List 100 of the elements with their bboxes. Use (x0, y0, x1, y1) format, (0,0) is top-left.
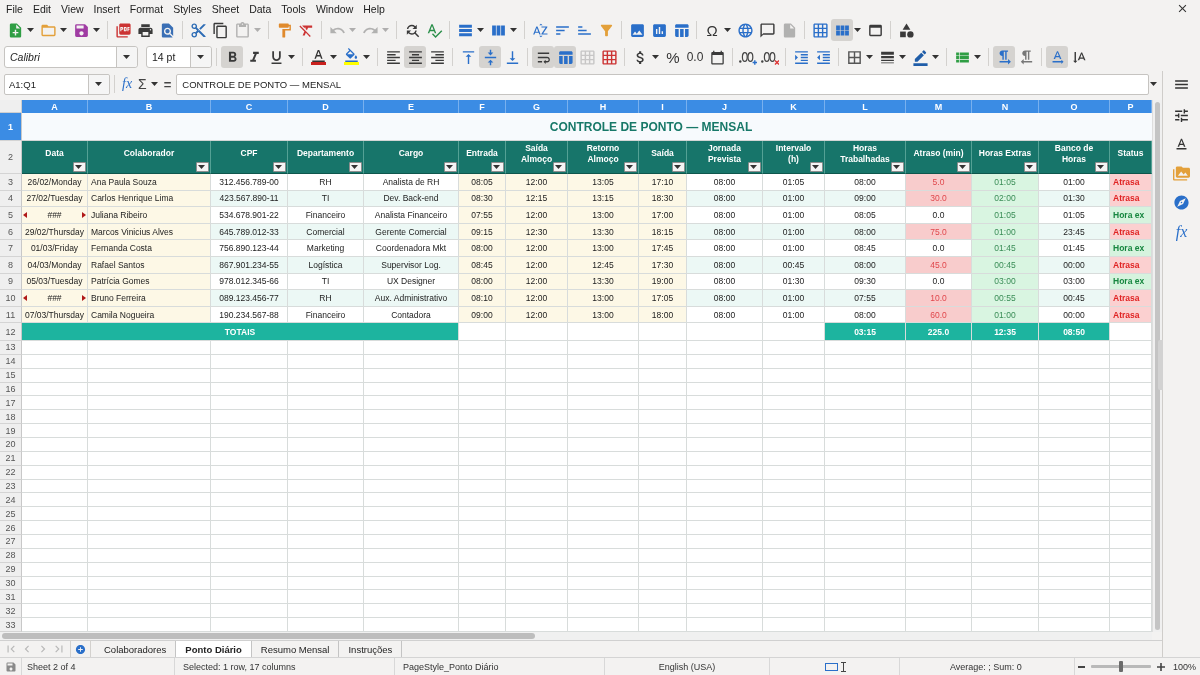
row-number[interactable]: 32 (0, 604, 22, 619)
filter-button[interactable] (273, 162, 286, 172)
function-wizard-button[interactable]: fx (119, 74, 136, 94)
minus-icon[interactable] (1078, 665, 1085, 668)
font-name-value: Calibri (9, 50, 41, 65)
formula-input[interactable]: CONTROLE DE PONTO — MENSAL (176, 73, 1149, 95)
menu-item[interactable]: Tools (276, 0, 311, 17)
caret-icon[interactable] (150, 82, 158, 86)
filter-button[interactable] (748, 162, 761, 172)
table-cell: 08:00 (687, 290, 763, 307)
caret-icon (893, 165, 900, 169)
filter-button[interactable] (810, 162, 823, 172)
filter-button[interactable] (196, 162, 209, 172)
dropdown-button[interactable] (88, 74, 109, 94)
caret-icon[interactable] (1150, 82, 1157, 86)
menu-item[interactable]: Window (310, 0, 359, 17)
row-number[interactable]: 24 (0, 493, 22, 508)
row-number[interactable]: 12 (0, 323, 22, 341)
font-name-field[interactable]: Calibri (4, 46, 138, 68)
percent-button[interactable]: % (662, 46, 684, 68)
font-size-field[interactable]: 14 pt (146, 46, 212, 68)
caret-icon[interactable] (899, 55, 906, 59)
sum-button[interactable]: Σ (135, 74, 150, 94)
filter-button[interactable] (957, 162, 970, 172)
scroll-thumb[interactable] (2, 633, 535, 639)
menu-item[interactable]: Data (244, 0, 277, 17)
sheet-tab[interactable]: Ponto Diário (175, 641, 252, 657)
menu-item[interactable]: Edit (27, 0, 56, 17)
row-number[interactable]: 17 (0, 396, 22, 411)
caret-icon[interactable] (288, 55, 295, 59)
caret-icon[interactable] (854, 28, 861, 32)
number-format-button[interactable]: 0.0 (684, 46, 706, 68)
caret-icon[interactable] (60, 28, 67, 32)
menu-item[interactable]: Styles (168, 0, 207, 17)
filter-button[interactable] (491, 162, 504, 172)
row-number[interactable]: 7 (0, 240, 22, 257)
menu-item[interactable]: Help (358, 0, 390, 17)
filter-button[interactable] (73, 162, 86, 172)
filter-button[interactable] (553, 162, 566, 172)
row-number[interactable]: 25 (0, 507, 22, 522)
caret-icon (674, 165, 681, 169)
row-number[interactable]: 26 (0, 521, 22, 535)
row-number[interactable]: 10 (0, 290, 22, 307)
left-to-right-button[interactable] (993, 46, 1015, 68)
menu-item[interactable]: Insert (88, 0, 125, 17)
slider-thumb[interactable] (1119, 661, 1123, 672)
functions-button[interactable]: fx (1168, 217, 1195, 246)
filter-button[interactable] (444, 162, 457, 172)
filter-button[interactable] (349, 162, 362, 172)
rectangle-icon[interactable] (825, 662, 838, 671)
wrap-text-button[interactable] (532, 46, 554, 68)
caret-icon[interactable] (27, 28, 34, 32)
plus-icon[interactable] (1157, 662, 1165, 671)
caret-icon[interactable] (974, 55, 981, 59)
row-number[interactable]: 3 (0, 174, 22, 191)
caret-icon[interactable] (724, 28, 731, 32)
caret-icon[interactable] (93, 28, 100, 32)
filter-button[interactable] (891, 162, 904, 172)
formula-button[interactable]: = (160, 74, 175, 94)
filter-button[interactable] (624, 162, 637, 172)
caret-icon[interactable] (363, 55, 370, 59)
filter-button[interactable] (672, 162, 685, 172)
font-color-icon (310, 48, 326, 66)
dropdown-button[interactable] (116, 47, 137, 67)
special-character-button[interactable]: Ω (701, 19, 723, 41)
menu-item[interactable]: File (1, 0, 28, 17)
caret-icon (94, 82, 102, 86)
bold-button[interactable] (221, 46, 243, 68)
caret-icon[interactable] (652, 55, 659, 59)
close-icon[interactable] (1176, 2, 1189, 15)
freeze-button[interactable] (831, 19, 853, 41)
caret-icon[interactable] (866, 55, 873, 59)
horizontal-text-button[interactable] (1046, 46, 1068, 68)
caret-icon[interactable] (477, 28, 484, 32)
table-cell: 13:05 (568, 174, 639, 191)
merge-center-button[interactable] (554, 46, 576, 68)
align-middle-button[interactable] (479, 46, 501, 68)
text-cursor-icon[interactable] (841, 661, 846, 672)
filter-button[interactable] (1024, 162, 1037, 172)
menu-item[interactable]: Format (124, 0, 169, 17)
caret-icon[interactable] (932, 55, 939, 59)
spellcheck-icon (425, 21, 443, 39)
caret-icon[interactable] (510, 28, 517, 32)
name-box[interactable]: A1:Q1 (4, 73, 110, 95)
row-number[interactable]: 33 (0, 618, 22, 632)
row-number[interactable]: 18 (0, 410, 22, 425)
table-icon (556, 48, 574, 66)
row-number[interactable]: 31 (0, 590, 22, 605)
table-cell: 07:55 (825, 290, 906, 307)
filter-button[interactable] (1095, 162, 1108, 172)
row-number[interactable]: 19 (0, 424, 22, 438)
row-number[interactable]: 2 (0, 141, 22, 174)
row-number[interactable]: 5 (0, 207, 22, 224)
align-center-button[interactable] (404, 46, 426, 68)
sidebar-handle[interactable] (1158, 340, 1163, 390)
caret-icon[interactable] (330, 55, 337, 59)
menu-item[interactable]: View (56, 0, 89, 17)
dropdown-button[interactable] (190, 47, 211, 67)
menu-item[interactable]: Sheet (206, 0, 245, 17)
table-cell: Aux. Administrativo (364, 290, 459, 307)
